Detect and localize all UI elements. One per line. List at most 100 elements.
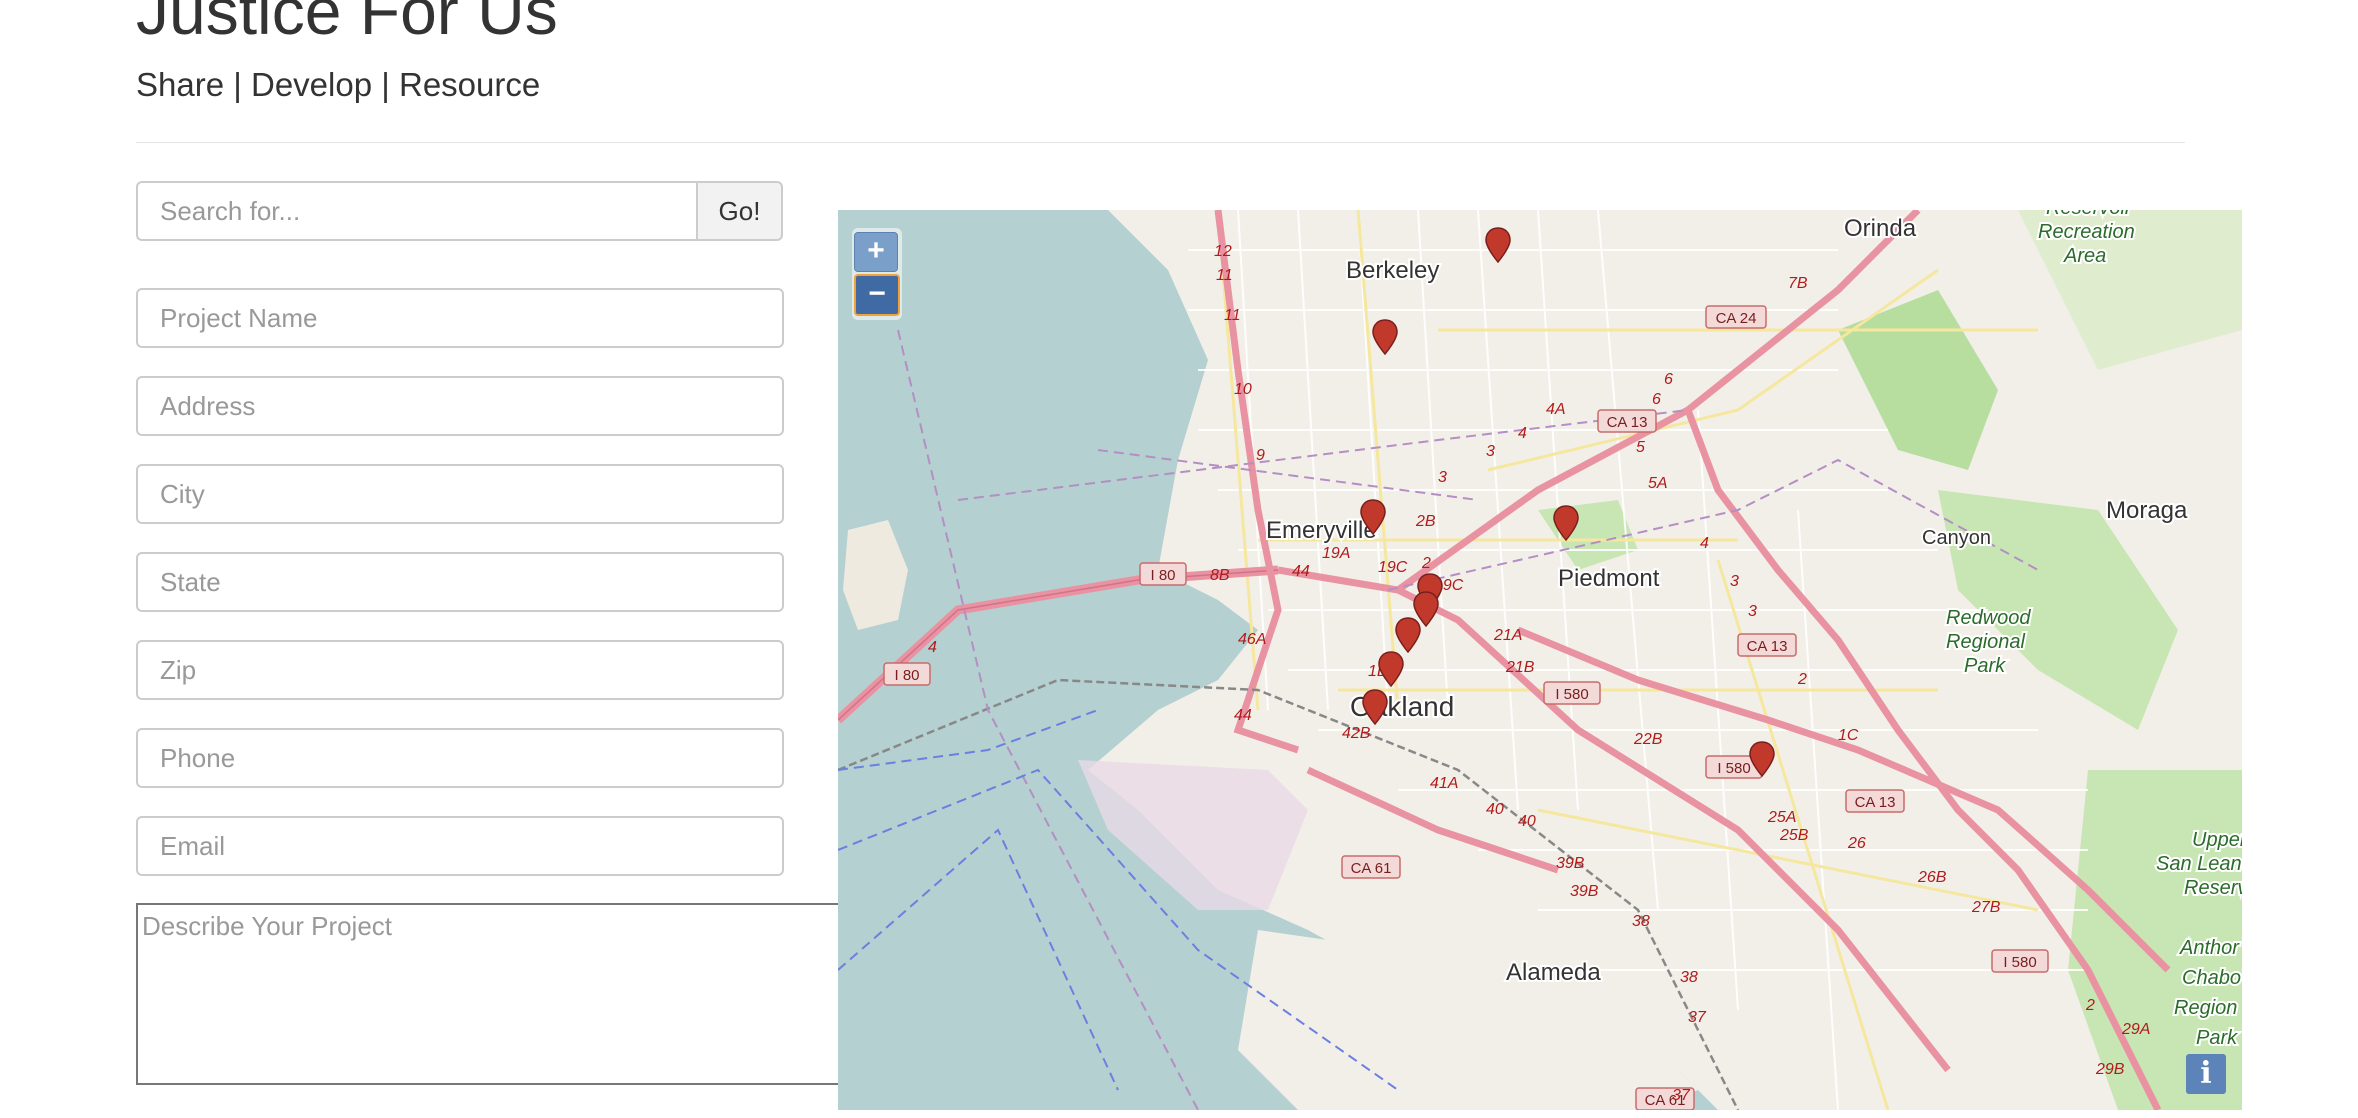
svg-text:11: 11 [1216, 267, 1233, 284]
zoom-out-button[interactable]: − [854, 274, 900, 316]
search-input[interactable] [136, 181, 696, 241]
svg-text:4: 4 [928, 639, 937, 656]
svg-text:CA 13: CA 13 [1747, 638, 1788, 655]
road-shield: CA 24 [1705, 305, 1767, 329]
svg-text:19C: 19C [1378, 559, 1408, 576]
svg-text:2: 2 [1797, 671, 1807, 688]
svg-text:3: 3 [1730, 573, 1739, 590]
svg-text:I 80: I 80 [894, 667, 919, 684]
svg-text:I 580: I 580 [1555, 686, 1588, 703]
map-label-recreation: Recreation [2038, 221, 2135, 243]
map-label-upper: Upper [2192, 829, 2242, 851]
search-go-button[interactable]: Go! [696, 181, 783, 241]
map-label-piedmont: Piedmont [1558, 565, 1660, 592]
header-divider [136, 142, 2185, 143]
nav-develop-link[interactable]: Develop [251, 66, 372, 103]
nav-separator: | [381, 66, 390, 103]
svg-text:CA 13: CA 13 [1607, 414, 1648, 431]
svg-text:CA 24: CA 24 [1716, 310, 1757, 327]
svg-text:1C: 1C [1838, 727, 1859, 744]
road-shield: I 580 [1543, 681, 1601, 705]
svg-text:CA 13: CA 13 [1855, 794, 1896, 811]
map-label-area: Area [2063, 245, 2106, 267]
svg-text:4A: 4A [1546, 401, 1566, 418]
svg-text:I 80: I 80 [1150, 567, 1175, 584]
svg-text:6: 6 [1664, 371, 1673, 388]
svg-text:21A: 21A [1493, 627, 1522, 644]
svg-text:29B: 29B [2095, 1061, 2125, 1078]
city-field[interactable] [136, 464, 784, 524]
svg-text:44: 44 [1234, 707, 1252, 724]
nav-share-link[interactable]: Share [136, 66, 224, 103]
page-title: Justice For Us [136, 0, 558, 48]
map-label-moraga: Moraga [2106, 497, 2188, 524]
map-label-park: Park [1964, 655, 2006, 677]
svg-text:42B: 42B [1342, 725, 1371, 742]
svg-text:9: 9 [1256, 447, 1265, 464]
address-field[interactable] [136, 376, 784, 436]
map-label-regional: Regional [1946, 631, 2026, 653]
svg-text:I 580: I 580 [1717, 760, 1750, 777]
map-label-canyon: Canyon [1922, 527, 1991, 549]
road-shield: I 80 [1139, 562, 1187, 586]
svg-text:21B: 21B [1505, 659, 1535, 676]
svg-text:37: 37 [1688, 1009, 1707, 1026]
svg-text:38: 38 [1632, 913, 1650, 930]
svg-text:5A: 5A [1648, 475, 1668, 492]
map-label-region: Region [2174, 997, 2237, 1019]
svg-text:2: 2 [1421, 555, 1431, 572]
svg-text:2: 2 [2085, 997, 2095, 1014]
map-tiles[interactable]: Berkeley Orinda Emeryville Piedmont Oakl… [838, 210, 2242, 1110]
svg-text:11: 11 [1224, 307, 1241, 324]
svg-text:40: 40 [1518, 813, 1536, 830]
svg-text:3: 3 [1486, 443, 1495, 460]
svg-text:29A: 29A [2121, 1021, 2150, 1038]
map-view[interactable]: Berkeley Orinda Emeryville Piedmont Oakl… [838, 210, 2242, 1110]
svg-text:25B: 25B [1779, 827, 1809, 844]
svg-text:10: 10 [1234, 381, 1252, 398]
zip-field[interactable] [136, 640, 784, 700]
road-shield: CA 13 [1737, 633, 1797, 657]
svg-text:5: 5 [1636, 439, 1645, 456]
road-shield: CA 61 [1341, 855, 1401, 879]
svg-text:6: 6 [1652, 391, 1661, 408]
zoom-control: + − [852, 228, 902, 320]
map-info-button[interactable]: i [2186, 1054, 2226, 1094]
svg-text:19A: 19A [1322, 545, 1350, 562]
nav-separator: | [233, 66, 242, 103]
map-label-alameda: Alameda [1506, 959, 1601, 986]
svg-text:4: 4 [1518, 425, 1527, 442]
svg-text:26B: 26B [1917, 869, 1947, 886]
map-label-redwood: Redwood [1946, 607, 2031, 629]
svg-text:39B: 39B [1556, 855, 1585, 872]
map-label-chabot: Chabo [2182, 967, 2241, 989]
state-field[interactable] [136, 552, 784, 612]
map-label-san-leandro: San Leand [2156, 853, 2242, 875]
road-shield: I 80 [883, 662, 931, 686]
svg-text:39B: 39B [1570, 883, 1599, 900]
road-shield: CA 13 [1845, 789, 1905, 813]
search-group: Go! [136, 181, 783, 241]
svg-text:27B: 27B [1971, 899, 2001, 916]
svg-text:12: 12 [1214, 243, 1232, 260]
project-name-field[interactable] [136, 288, 784, 348]
road-shield: I 580 [1991, 949, 2049, 973]
svg-text:3: 3 [1438, 469, 1447, 486]
svg-text:46A: 46A [1238, 631, 1266, 648]
nav-resource-link[interactable]: Resource [399, 66, 540, 103]
road-shield: CA 13 [1597, 409, 1657, 433]
svg-text:7B: 7B [1788, 275, 1808, 292]
svg-text:44: 44 [1292, 563, 1310, 580]
map-label-reservoir: Reservoir [2046, 210, 2133, 219]
zoom-in-button[interactable]: + [854, 232, 898, 272]
svg-text:38: 38 [1680, 969, 1698, 986]
svg-text:41A: 41A [1430, 775, 1458, 792]
svg-text:40: 40 [1486, 801, 1504, 818]
phone-field[interactable] [136, 728, 784, 788]
svg-text:22B: 22B [1633, 731, 1663, 748]
project-description-field[interactable] [136, 903, 896, 1085]
svg-text:4: 4 [1700, 535, 1709, 552]
email-field[interactable] [136, 816, 784, 876]
svg-text:2B: 2B [1415, 513, 1436, 530]
svg-text:26: 26 [1847, 835, 1866, 852]
